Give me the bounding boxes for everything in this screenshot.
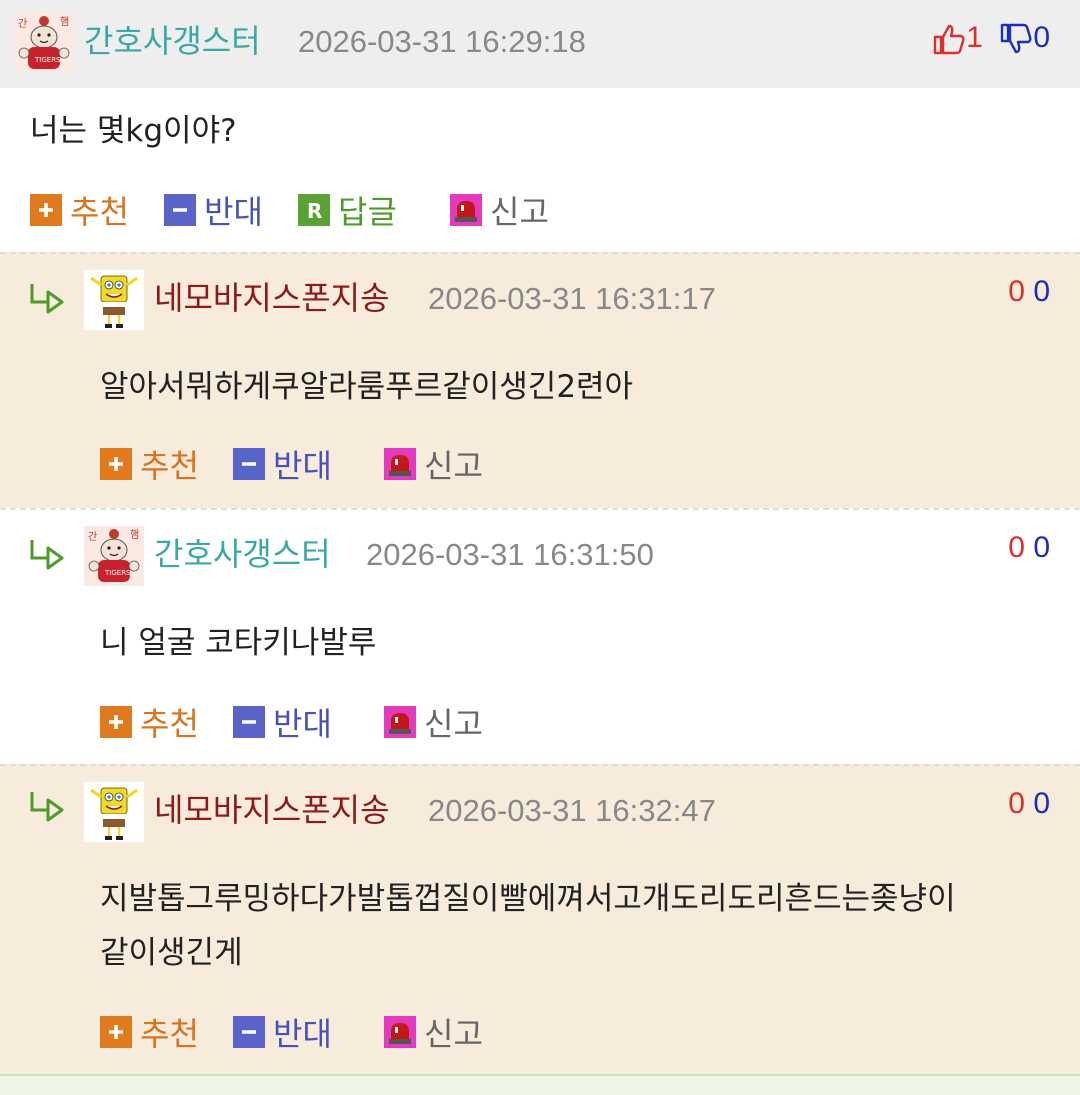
plus-icon <box>100 448 132 480</box>
comment-date: 2026-03-31 16:32:47 <box>428 793 716 828</box>
spongebob-avatar-icon[interactable] <box>84 270 144 330</box>
oppose-button[interactable]: 반대 <box>233 700 332 744</box>
siren-icon <box>384 448 416 480</box>
plus-icon <box>100 1016 132 1048</box>
hamster-tigers-avatar-icon[interactable]: 간 햄 TIGERS <box>14 13 74 73</box>
recommend-label: 추천 <box>140 1015 199 1053</box>
recommend-button[interactable]: 추천 <box>100 1010 199 1054</box>
recommend-label: 추천 <box>140 447 199 485</box>
reply-arrow-icon <box>28 536 68 572</box>
comment-actions: 추천 반대 신고 <box>100 700 1000 744</box>
oppose-button[interactable]: 반대 <box>233 1010 332 1054</box>
minus-icon <box>164 194 196 226</box>
down-count: 0 <box>1033 531 1050 564</box>
author-nickname[interactable]: 네모바지스폰지송 <box>154 790 390 830</box>
reply-r-icon: R <box>298 194 330 226</box>
author-nickname[interactable]: 간호사갱스터 <box>154 534 331 574</box>
up-count: 0 <box>1008 531 1025 564</box>
author-nickname[interactable]: 간호사갱스터 <box>84 21 261 61</box>
comment-text: 너는 몇kg이야? <box>30 113 237 149</box>
comment-date: 2026-03-31 16:31:17 <box>428 281 716 316</box>
svg-text:R: R <box>307 199 322 223</box>
vote-counts: 0 0 <box>1008 272 1050 312</box>
minus-icon <box>233 706 265 738</box>
comment-date: 2026-03-31 16:29:18 <box>298 24 586 59</box>
thumbs-down-icon[interactable] <box>999 22 1033 56</box>
plus-icon <box>30 194 62 226</box>
svg-text:간: 간 <box>18 18 27 30</box>
root-comment: 간 햄 TIGERS 간호사갱스터 2026-03-31 16:29:18 1 … <box>0 0 1080 252</box>
report-button[interactable]: 신고 <box>450 188 549 232</box>
minus-icon <box>233 1016 265 1048</box>
oppose-label: 반대 <box>273 1015 332 1053</box>
recommend-button[interactable]: 추천 <box>100 700 199 744</box>
reply-label: 답글 <box>338 193 397 231</box>
siren-icon <box>384 706 416 738</box>
report-label: 신고 <box>490 193 549 231</box>
divider <box>0 764 1080 766</box>
comment-date: 2026-03-31 16:31:50 <box>366 537 654 572</box>
up-count: 1 <box>966 21 983 54</box>
reply-arrow-icon <box>28 788 68 824</box>
oppose-button[interactable]: 반대 <box>164 188 263 232</box>
thumbs-up-icon[interactable] <box>932 22 966 56</box>
up-count: 0 <box>1008 787 1025 820</box>
down-count: 0 <box>1033 787 1050 820</box>
up-count: 0 <box>1008 275 1025 308</box>
svg-text:간: 간 <box>88 531 97 543</box>
report-button[interactable]: 신고 <box>384 442 483 486</box>
vote-counts: 1 0 <box>932 18 1050 58</box>
divider <box>0 508 1080 510</box>
down-count: 0 <box>1033 21 1050 54</box>
svg-text:TIGERS: TIGERS <box>104 569 131 577</box>
vote-counts: 0 0 <box>1008 784 1050 824</box>
comment-actions: 추천 반대 R 답글 신고 <box>30 188 1030 232</box>
report-label: 신고 <box>424 447 483 485</box>
siren-icon <box>384 1016 416 1048</box>
plus-icon <box>100 706 132 738</box>
comment-text-line-1: 지발톱그루밍하다가발톱껍질이빨에껴서고개도리도리흔드는좆냥이 <box>100 881 956 917</box>
oppose-label: 반대 <box>273 447 332 485</box>
oppose-label: 반대 <box>273 705 332 743</box>
down-count: 0 <box>1033 275 1050 308</box>
report-label: 신고 <box>424 705 483 743</box>
recommend-button[interactable]: 추천 <box>30 188 129 232</box>
report-button[interactable]: 신고 <box>384 1010 483 1054</box>
author-nickname[interactable]: 네모바지스폰지송 <box>154 278 390 318</box>
oppose-button[interactable]: 반대 <box>233 442 332 486</box>
comment-text: 니 얼굴 코타키나발루 <box>100 625 377 661</box>
spongebob-avatar-icon[interactable] <box>84 782 144 842</box>
report-label: 신고 <box>424 1015 483 1053</box>
divider <box>0 252 1080 254</box>
recommend-label: 추천 <box>70 193 129 231</box>
hamster-tigers-avatar-icon[interactable]: 간 햄 TIGERS <box>84 526 144 586</box>
comment-actions: 추천 반대 신고 <box>100 1010 1000 1054</box>
reply-arrow-icon <box>28 280 68 316</box>
report-button[interactable]: 신고 <box>384 700 483 744</box>
minus-icon <box>233 448 265 480</box>
comment-text: 알아서뭐하게쿠알라룸푸르같이생긴2련아 <box>100 369 634 405</box>
vote-counts: 0 0 <box>1008 528 1050 568</box>
reply-comment: 네모바지스폰지송 2026-03-31 16:31:17 0 0 알아서뭐하게쿠… <box>0 252 1080 508</box>
root-comment-header: 간 햄 TIGERS 간호사갱스터 2026-03-31 16:29:18 1 … <box>0 0 1080 88</box>
oppose-label: 반대 <box>204 193 263 231</box>
svg-text:햄: 햄 <box>60 15 69 28</box>
siren-icon <box>450 194 482 226</box>
reply-comment: 네모바지스폰지송 2026-03-31 16:32:47 0 0 지발톱그루밍하… <box>0 764 1080 1074</box>
recommend-label: 추천 <box>140 705 199 743</box>
svg-text:햄: 햄 <box>130 528 139 541</box>
comment-actions: 추천 반대 신고 <box>100 442 1000 486</box>
comment-text-line-2: 같이생긴게 <box>100 935 243 971</box>
recommend-button[interactable]: 추천 <box>100 442 199 486</box>
svg-text:TIGERS: TIGERS <box>34 56 61 64</box>
reply-comment: 간 햄 TIGERS 간호사갱스터 2026-03-31 16:31:50 0 … <box>0 508 1080 764</box>
reply-button[interactable]: R 답글 <box>298 188 397 232</box>
next-comment-edge <box>0 1074 1080 1095</box>
